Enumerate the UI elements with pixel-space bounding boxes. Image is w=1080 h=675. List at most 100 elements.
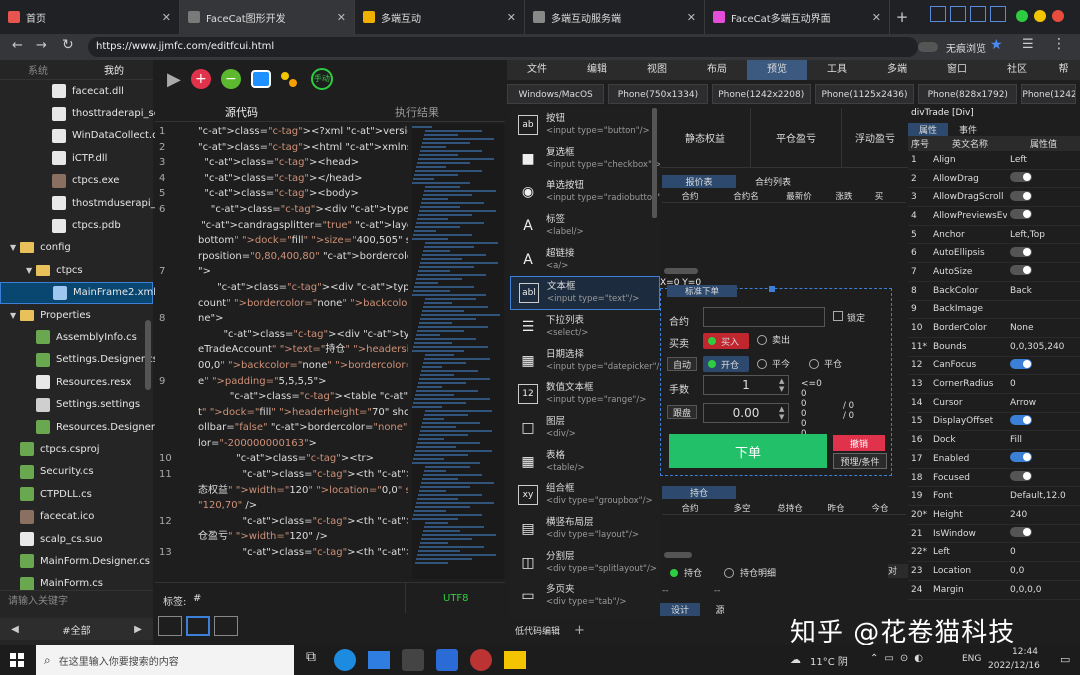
prop-toggle[interactable] bbox=[1010, 265, 1032, 276]
tree-item[interactable]: scalp_cs.suo bbox=[0, 528, 153, 550]
order-panel[interactable]: 标准下单 合约 锁定 买卖 买入 卖出 自动 开仓 平今 平仓 手数 1 ▲ ▼ … bbox=[660, 285, 892, 476]
window-min-dot[interactable] bbox=[1034, 10, 1046, 22]
property-row[interactable]: 24 Margin 0,0,0,0 bbox=[908, 581, 1080, 600]
tree-item[interactable]: ctpcs.pdb bbox=[0, 214, 153, 236]
tree-item[interactable]: Settings.settings bbox=[0, 393, 153, 415]
tree-item[interactable]: iCTP.dll bbox=[0, 147, 153, 169]
minimap[interactable] bbox=[412, 124, 504, 579]
menu-item[interactable]: 文件 bbox=[507, 60, 567, 80]
add-page-icon[interactable]: + bbox=[574, 623, 585, 638]
code-line[interactable]: t" ">dock="fill" ">headerheight="70" sho… bbox=[198, 405, 408, 421]
tree-item[interactable]: facecat.ico bbox=[0, 505, 153, 527]
window-close-dot[interactable] bbox=[1052, 10, 1064, 22]
expand-icon[interactable]: ▼ bbox=[10, 311, 16, 320]
ime-label[interactable]: ENG bbox=[962, 654, 981, 664]
toolbox-item[interactable]: ▭ 多页夹 <div type="tab"/> bbox=[510, 580, 660, 614]
property-row[interactable]: 10 BorderColor None bbox=[908, 319, 1080, 338]
open-radio[interactable]: 开仓 bbox=[703, 356, 749, 372]
property-row[interactable]: 7 AutoSize bbox=[908, 263, 1080, 282]
tree-item[interactable]: facecat.dll bbox=[0, 80, 153, 102]
price-stepper[interactable]: 0.00 bbox=[703, 403, 789, 423]
prop-toggle[interactable] bbox=[1010, 452, 1032, 463]
browser-tab[interactable]: FaceCat图形开发 ✕ bbox=[180, 0, 355, 34]
property-row[interactable]: 13 CornerRadius 0 bbox=[908, 375, 1080, 394]
code-line[interactable]: "c-at">class="c-tag"><html "c-at">xmlns=… bbox=[198, 140, 408, 156]
property-row[interactable]: 17 Enabled bbox=[908, 450, 1080, 469]
app-icon[interactable] bbox=[436, 649, 458, 671]
prop-toggle[interactable] bbox=[1010, 527, 1032, 538]
property-row[interactable]: 12 CanFocus bbox=[908, 357, 1080, 376]
tree-item[interactable]: Security.cs bbox=[0, 461, 153, 483]
toolbox-item[interactable]: ☰ 下拉列表 <select/> bbox=[510, 310, 660, 344]
code-line[interactable]: 仓盈亏" ">width="120" /> bbox=[198, 529, 408, 545]
position-right-button[interactable]: 对 bbox=[888, 564, 908, 578]
cancel-button[interactable]: 撤销 bbox=[833, 435, 885, 451]
code-line[interactable]: "c-at">class="c-tag"><table "c-at">name=… bbox=[198, 389, 408, 405]
next-icon[interactable]: ▶ bbox=[123, 624, 153, 635]
remove-icon[interactable]: − bbox=[220, 69, 241, 89]
edge-icon[interactable] bbox=[334, 649, 356, 671]
prop-value[interactable]: Arrow bbox=[1007, 398, 1080, 408]
toolbox-item[interactable]: ▦ 表格 <table/> bbox=[510, 445, 660, 479]
code-line[interactable]: rposition="0,80,400,80" "c-at">bordercol… bbox=[198, 249, 408, 265]
code-line[interactable]: "120,70" /> bbox=[198, 498, 408, 514]
prop-value[interactable] bbox=[1007, 358, 1080, 372]
device-button[interactable]: Phone(750x1334) bbox=[608, 84, 708, 104]
code-line[interactable]: "c-at">class="c-tag"><div "c-at">type="t… bbox=[198, 280, 408, 296]
lock-checkbox[interactable] bbox=[833, 311, 843, 321]
taskbar-search[interactable]: ⌕ 在这里输入你要搜索的内容 bbox=[36, 645, 294, 675]
property-row[interactable]: 19 Font Default,12.0 bbox=[908, 487, 1080, 507]
code-line[interactable]: 态权益" ">width="120" ">location="0,0" size… bbox=[198, 483, 408, 499]
tree-item[interactable]: AssemblyInfo.cs bbox=[0, 326, 153, 348]
price-spin-icon[interactable]: ▲ ▼ bbox=[779, 405, 784, 421]
menu-item[interactable]: 帮 bbox=[1047, 60, 1080, 80]
search-input[interactable]: 请输入关键字 bbox=[8, 592, 68, 607]
layout-icon[interactable] bbox=[930, 6, 946, 22]
qty-stepper[interactable]: 1 bbox=[703, 375, 789, 395]
toolbox-item[interactable]: ◫ 分割层 <div type="splitlayout"/> bbox=[510, 546, 660, 580]
condition-button[interactable]: 预埋/条件 bbox=[833, 453, 887, 469]
prop-value[interactable]: 0,0,0,0 bbox=[1007, 585, 1080, 595]
toolbox-item[interactable]: □ 图层 <div/> bbox=[510, 411, 660, 445]
tree-item[interactable]: MainForm.Designer.cs bbox=[0, 550, 153, 572]
play-icon[interactable]: ▶ bbox=[167, 69, 181, 90]
property-row[interactable]: 4 AllowPreviewsEv... bbox=[908, 207, 1080, 226]
prev-icon[interactable]: ◀ bbox=[0, 624, 30, 635]
code-line[interactable]: "c-at">class="c-tag"><tr> bbox=[198, 451, 408, 467]
more-icon[interactable]: ⋮ bbox=[1052, 36, 1066, 52]
prop-value[interactable]: Left bbox=[1007, 155, 1080, 165]
property-row[interactable]: 14 Cursor Arrow bbox=[908, 394, 1080, 413]
code-line[interactable]: lor="-200000000163"> bbox=[198, 436, 408, 452]
menu-dots-icon[interactable]: ☰ bbox=[1022, 37, 1034, 52]
tab-mine[interactable]: 我的 bbox=[76, 62, 152, 77]
tab-position[interactable]: 持仓 bbox=[662, 486, 736, 499]
prop-value[interactable] bbox=[1007, 527, 1080, 540]
tree-item[interactable]: WinDataCollect.dll bbox=[0, 125, 164, 147]
toolbox-item[interactable]: xy 组合框 <div type="groupbox"/> bbox=[510, 479, 660, 513]
prop-value[interactable]: 0 bbox=[1007, 547, 1080, 557]
toolbox-item[interactable]: ▦ 日期选择 <input type="datepicker"/> bbox=[510, 344, 666, 378]
clock-date[interactable]: 2022/12/16 bbox=[988, 661, 1040, 671]
tree-item[interactable]: MainFrame2.xml bbox=[0, 281, 156, 304]
property-row[interactable]: 2 AllowDrag bbox=[908, 170, 1080, 189]
menu-item[interactable]: 布局 bbox=[687, 60, 747, 80]
property-row[interactable]: 21 IsWindow bbox=[908, 525, 1080, 544]
code-line[interactable]: 00,0" ">backcolor="none" ">bordercolor="… bbox=[198, 358, 408, 374]
url-field[interactable]: https://www.jjmfc.com/editfcui.html bbox=[88, 37, 918, 57]
add-icon[interactable]: + bbox=[190, 69, 211, 89]
device-button[interactable]: Phone(1242 bbox=[1021, 84, 1077, 104]
close-icon[interactable]: ✕ bbox=[507, 11, 516, 24]
property-row[interactable]: 1 Align Left bbox=[908, 151, 1080, 170]
code-line[interactable]: bottom" ">dock="fill" ">size="400,505" s… bbox=[198, 233, 408, 249]
property-row[interactable]: 3 AllowDragScroll bbox=[908, 188, 1080, 208]
file-tree-scrollbar[interactable] bbox=[145, 320, 151, 390]
window-icon[interactable] bbox=[250, 70, 271, 88]
toolbox-item[interactable]: ▤ 横竖布局层 <div type="layout"/> bbox=[510, 512, 660, 546]
toolbox-item[interactable]: ab 按钮 <input type="button"/> bbox=[510, 108, 660, 142]
close-icon[interactable]: ✕ bbox=[687, 11, 696, 24]
code-line[interactable]: ne"> bbox=[198, 311, 408, 327]
code-line[interactable]: "c-at">class="c-tag"><?xml "c-at">versio… bbox=[198, 124, 408, 140]
prop-value[interactable]: 0,0,305,240 bbox=[1007, 342, 1080, 352]
weather[interactable]: 11°C 阴 bbox=[810, 653, 848, 668]
prop-value[interactable] bbox=[1007, 471, 1080, 484]
